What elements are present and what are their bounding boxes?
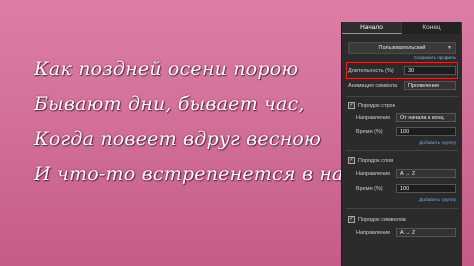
line-direction-select[interactable]: От начала к конц xyxy=(396,113,456,122)
line-order-row[interactable]: ✓ Порядок строк xyxy=(348,101,456,110)
char-direction-row: Направление A → Z xyxy=(348,228,456,238)
word-direction-label: Направление xyxy=(356,171,391,177)
char-direction-select[interactable]: A → Z xyxy=(396,228,456,237)
animation-label: Анимация символа xyxy=(348,83,398,89)
word-direction-select[interactable]: A → Z xyxy=(396,169,456,178)
line-time-input[interactable]: 100 xyxy=(396,127,456,136)
line-time-row: Время (%) 100 xyxy=(348,127,456,137)
panel-tabs: Начало Конец xyxy=(342,22,462,34)
save-preset-link[interactable]: Сохранить профиль xyxy=(348,55,456,60)
line-add-group-link[interactable]: Добавить группу xyxy=(348,140,456,147)
char-order-checkbox[interactable]: ✓ xyxy=(348,216,355,223)
line-direction-label: Направление xyxy=(356,115,391,121)
animation-row: Анимация символа Проявление xyxy=(348,81,456,91)
word-order-title: Порядок слов xyxy=(358,157,394,164)
line-order-checkbox[interactable]: ✓ xyxy=(348,102,355,109)
word-time-input[interactable]: 100 xyxy=(396,184,456,193)
preset-value: Пользовательский xyxy=(378,45,426,51)
word-time-row: Время (%) 100 xyxy=(348,184,456,194)
divider xyxy=(346,150,458,151)
tab-end[interactable]: Конец xyxy=(402,22,462,34)
word-time-label: Время (%) xyxy=(356,186,383,192)
word-direction-row: Направление A → Z xyxy=(348,169,456,179)
word-order-row[interactable]: ✓ Порядок слов xyxy=(348,156,456,165)
divider xyxy=(346,96,458,97)
divider xyxy=(346,208,458,209)
duration-row: Длительность (%) 30 xyxy=(348,66,456,76)
line-order-title: Порядок строк xyxy=(358,102,395,109)
poem-line-4: И что-то встрепенется в нас,- xyxy=(34,163,368,185)
line-time-label: Время (%) xyxy=(356,129,383,135)
chevron-down-icon: ▼ xyxy=(447,45,452,51)
char-order-row[interactable]: ✓ Порядок символов xyxy=(348,215,456,224)
poem-text: Как поздней осени порою Бывают дни, быва… xyxy=(34,52,368,192)
animation-settings-panel: Начало Конец Пользовательский ▼ Сохранит… xyxy=(341,22,462,266)
preset-select[interactable]: Пользовательский ▼ xyxy=(348,42,456,54)
line-direction-row: Направление От начала к конц xyxy=(348,113,456,123)
animation-select[interactable]: Проявление xyxy=(404,81,456,90)
poem-line-1: Как поздней осени порою xyxy=(34,58,299,80)
word-order-checkbox[interactable]: ✓ xyxy=(348,157,355,164)
duration-label: Длительность (%) xyxy=(348,68,394,74)
tab-start[interactable]: Начало xyxy=(342,22,402,34)
poem-line-3: Когда повеет вдруг весною xyxy=(34,128,321,150)
duration-input[interactable]: 30 xyxy=(404,66,456,75)
poem-line-2: Бывают дни, бывает час, xyxy=(34,93,305,115)
word-add-group-link[interactable]: Добавить группу xyxy=(348,197,456,204)
char-direction-label: Направление xyxy=(356,230,391,236)
char-order-title: Порядок символов xyxy=(358,216,406,223)
